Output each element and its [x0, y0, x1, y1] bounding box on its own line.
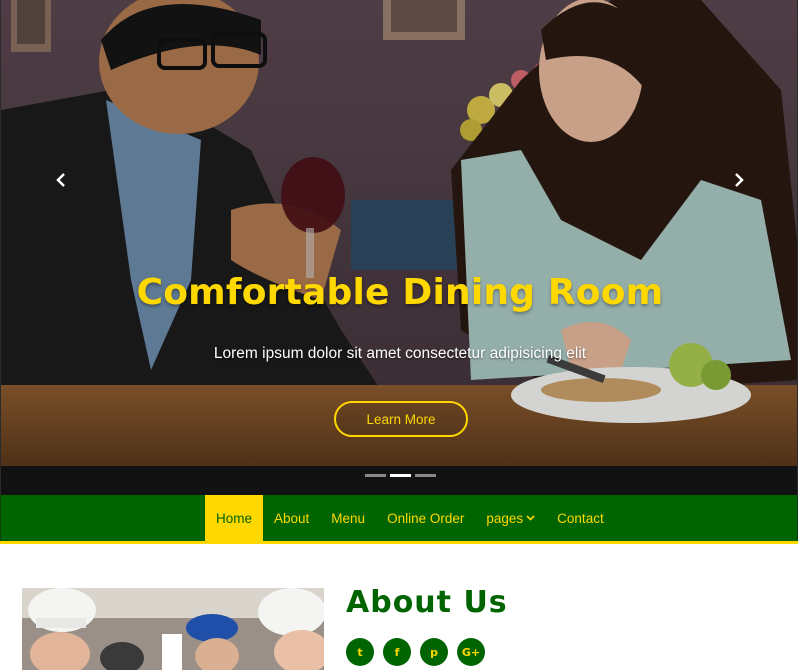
- nav-item-pages[interactable]: pages: [475, 495, 546, 541]
- pinterest-icon: p: [430, 645, 438, 659]
- facebook-link[interactable]: f: [383, 638, 411, 666]
- twitter-icon: t: [357, 645, 363, 659]
- carousel-indicator[interactable]: [415, 474, 436, 477]
- hero-subtitle: Lorem ipsum dolor sit amet consectetur a…: [213, 345, 587, 362]
- twitter-link[interactable]: t: [346, 638, 374, 666]
- about-title: About Us: [346, 585, 508, 620]
- nav-item-contact[interactable]: Contact: [546, 495, 615, 541]
- nav-item-pages-label: pages: [486, 510, 524, 526]
- hero-carousel: Comfortable Dining Room Lorem ipsum dolo…: [0, 0, 798, 495]
- carousel-indicator[interactable]: [365, 474, 386, 477]
- nav-item-menu[interactable]: Menu: [320, 495, 376, 541]
- carousel-next-button[interactable]: [729, 170, 749, 190]
- carousel-indicators: [365, 474, 436, 477]
- facebook-icon: f: [394, 645, 400, 659]
- chevron-right-icon: [735, 173, 744, 187]
- google-plus-icon: G+: [461, 645, 481, 659]
- navbar-accent-line: [0, 541, 798, 544]
- nav-item-about[interactable]: About: [263, 495, 320, 541]
- about-chefs-photo: [22, 588, 324, 670]
- social-links: t f p G+: [346, 638, 485, 666]
- google-plus-link[interactable]: G+: [457, 638, 485, 666]
- nav-item-home[interactable]: Home: [205, 495, 264, 541]
- chevron-down-icon: [526, 515, 535, 521]
- nav-list: Home About Menu Online Order pages Conta…: [205, 495, 615, 541]
- learn-more-button[interactable]: Learn More: [334, 401, 468, 437]
- pinterest-link[interactable]: p: [420, 638, 448, 666]
- main-navbar: Home About Menu Online Order pages Conta…: [0, 495, 798, 541]
- chevron-left-icon: [56, 173, 65, 187]
- nav-item-online-order[interactable]: Online Order: [376, 495, 475, 541]
- carousel-prev-button[interactable]: [51, 170, 71, 190]
- carousel-indicator-active[interactable]: [390, 474, 411, 477]
- hero-title: Comfortable Dining Room: [136, 272, 664, 313]
